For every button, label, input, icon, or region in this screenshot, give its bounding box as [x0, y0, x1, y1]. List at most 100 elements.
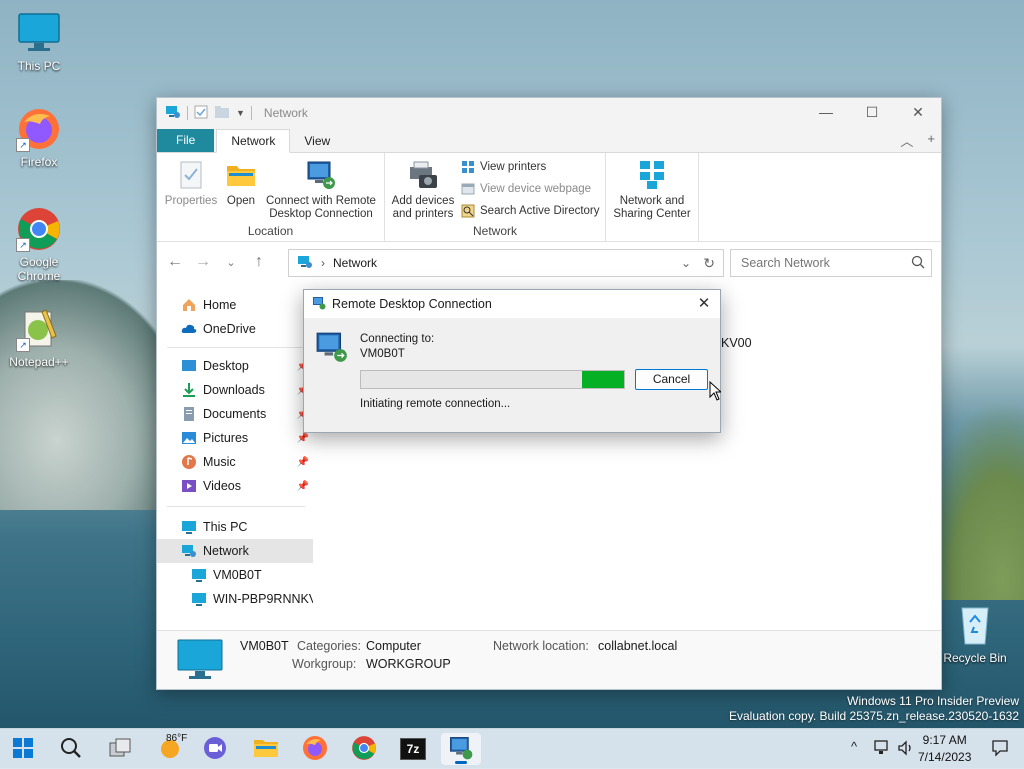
customize-dropdown-icon[interactable]: ▼	[236, 108, 245, 118]
show-hidden-icons-chevron[interactable]: ^	[851, 739, 857, 754]
ribbon-group-network: Add devices and printers View printers V…	[385, 153, 606, 241]
nav-item-computer-vm0b0t[interactable]: VM0B0T	[157, 563, 313, 587]
properties-icon	[175, 159, 207, 191]
add-devices-button[interactable]: Add devices and printers	[389, 159, 457, 221]
up-arrow-icon[interactable]: ↑	[245, 253, 273, 271]
view-printers-button[interactable]: View printers	[461, 160, 546, 174]
nav-divider	[167, 347, 305, 348]
search-active-directory-button[interactable]: Search Active Directory	[461, 204, 600, 218]
ribbon-controls: ︿ +	[900, 131, 935, 150]
search-input[interactable]	[739, 255, 903, 271]
explorer-titlebar[interactable]: ▼ Network — ☐ ✕	[157, 98, 941, 128]
desktop-icon-firefox[interactable]: ↗ Firefox	[2, 106, 76, 169]
nav-item-videos[interactable]: Videos 📌	[157, 474, 313, 498]
dialog-titlebar[interactable]: Remote Desktop Connection ✕	[304, 290, 720, 318]
maximize-button[interactable]: ☐	[849, 98, 895, 126]
tab-network[interactable]: Network	[216, 129, 291, 153]
nav-item-computer-win[interactable]: WIN-PBP9RNNKV0	[157, 587, 313, 611]
recent-locations-chevron-icon[interactable]: ⌄	[217, 256, 245, 269]
open-button[interactable]: Open	[221, 159, 261, 208]
properties-checkbox-icon[interactable]	[194, 105, 208, 122]
network-sharing-center-button[interactable]: Network and Sharing Center	[608, 159, 696, 221]
video-camera-icon	[203, 736, 229, 763]
home-icon	[181, 297, 197, 313]
ribbon-group-sharing: Network and Sharing Center	[606, 153, 699, 241]
close-button[interactable]: ✕	[895, 98, 941, 126]
connect-remote-desktop-button[interactable]: Connect with Remote Desktop Connection	[261, 159, 381, 221]
back-arrow-icon[interactable]: ←	[161, 253, 189, 271]
pin-icon[interactable]: 📌	[297, 457, 309, 468]
ribbon-group-label: Network	[472, 224, 517, 238]
tab-file[interactable]: File	[157, 129, 215, 152]
remote-desktop-dialog: Remote Desktop Connection ✕ Connecting t…	[303, 289, 723, 433]
nav-item-music[interactable]: Music 📌	[157, 450, 313, 474]
monitor-icon	[191, 567, 207, 583]
content-item-label-partial[interactable]: KV00	[721, 336, 752, 350]
new-folder-icon[interactable]	[214, 105, 230, 122]
remote-desktop-taskbar-button[interactable]	[441, 733, 481, 765]
cancel-button[interactable]: Cancel	[635, 369, 708, 390]
dialog-close-button[interactable]: ✕	[694, 294, 714, 314]
document-icon	[181, 406, 197, 422]
volume-icon[interactable]	[897, 739, 915, 760]
clock-time: 9:17 AM	[922, 733, 967, 747]
desktop-icon-recycle-bin[interactable]: Recycle Bin	[938, 602, 1012, 665]
desktop-icon-notepadpp[interactable]: ↗ Notepad++	[2, 306, 76, 369]
ribbon-group-location: Properties Open Connect with Remote Desk…	[157, 153, 385, 241]
view-device-webpage-button[interactable]: View device webpage	[461, 182, 591, 196]
refresh-icon[interactable]: ↻	[703, 255, 715, 272]
desktop-icon-label: This PC	[17, 59, 61, 73]
7zip-icon: 7z	[400, 738, 426, 760]
search-box[interactable]	[730, 249, 932, 277]
remote-desktop-icon	[312, 296, 326, 313]
onedrive-cloud-icon	[181, 321, 197, 337]
nav-item-onedrive[interactable]: OneDrive	[157, 317, 313, 341]
file-explorer-taskbar-button[interactable]	[246, 733, 286, 765]
teams-chat-button[interactable]	[196, 733, 236, 765]
monitor-icon	[16, 10, 62, 56]
start-button[interactable]	[3, 733, 43, 765]
remote-desktop-icon	[448, 735, 474, 764]
nav-item-downloads[interactable]: Downloads 📌	[157, 378, 313, 402]
music-icon	[181, 454, 197, 470]
nav-item-documents[interactable]: Documents 📌	[157, 402, 313, 426]
forward-arrow-icon[interactable]: →	[189, 253, 217, 271]
pin-icon[interactable]: 📌	[297, 433, 309, 444]
nav-item-desktop[interactable]: Desktop 📌	[157, 354, 313, 378]
nav-divider	[167, 506, 305, 507]
progress-fill	[581, 371, 624, 388]
address-dropdown-icon[interactable]: ⌄	[681, 256, 691, 270]
minimize-button[interactable]: —	[803, 98, 849, 126]
tab-view[interactable]: View	[290, 130, 344, 152]
nav-item-pictures[interactable]: Pictures 📌	[157, 426, 313, 450]
pin-icon[interactable]: 📌	[297, 481, 309, 492]
taskbar-search-button[interactable]	[51, 733, 91, 765]
connecting-target: VM0B0T	[360, 348, 405, 360]
nav-item-network[interactable]: Network	[157, 539, 313, 563]
mouse-cursor-icon	[709, 380, 723, 404]
firefox-taskbar-button[interactable]	[295, 733, 335, 765]
system-clock[interactable]: 9:17 AM 7/14/2023	[918, 732, 971, 766]
desktop-icon-chrome[interactable]: ↗ Google Chrome	[2, 206, 76, 283]
chrome-taskbar-button[interactable]	[344, 733, 384, 765]
dialog-title: Remote Desktop Connection	[332, 297, 492, 311]
shortcut-arrow-icon: ↗	[16, 138, 30, 152]
desktop-icon-this-pc[interactable]: This PC	[2, 10, 76, 73]
breadcrumb-network[interactable]: Network	[333, 256, 377, 270]
details-pane: VM0B0T Categories: Computer Workgroup: W…	[157, 630, 941, 689]
network-tray-icon[interactable]	[873, 739, 891, 760]
properties-button[interactable]: Properties	[161, 159, 221, 208]
add-icon[interactable]: +	[927, 131, 935, 150]
7zip-taskbar-button[interactable]: 7z	[393, 733, 433, 765]
task-view-button[interactable]	[100, 733, 140, 765]
nav-item-home[interactable]: Home	[157, 293, 313, 317]
chrome-icon: ↗	[16, 206, 62, 252]
address-bar[interactable]: › Network ⌄ ↻	[288, 249, 724, 277]
notification-icon[interactable]	[991, 739, 1009, 760]
search-icon[interactable]	[911, 255, 925, 272]
ribbon-tabs: File Network View ︿ +	[157, 128, 941, 153]
navigation-pane: Home OneDrive Desktop 📌 Downloads 📌 Docu…	[157, 293, 313, 629]
weather-widget[interactable]: 86°F	[148, 733, 192, 765]
collapse-ribbon-chevron-icon[interactable]: ︿	[900, 131, 913, 150]
nav-item-this-pc[interactable]: This PC	[157, 515, 313, 539]
